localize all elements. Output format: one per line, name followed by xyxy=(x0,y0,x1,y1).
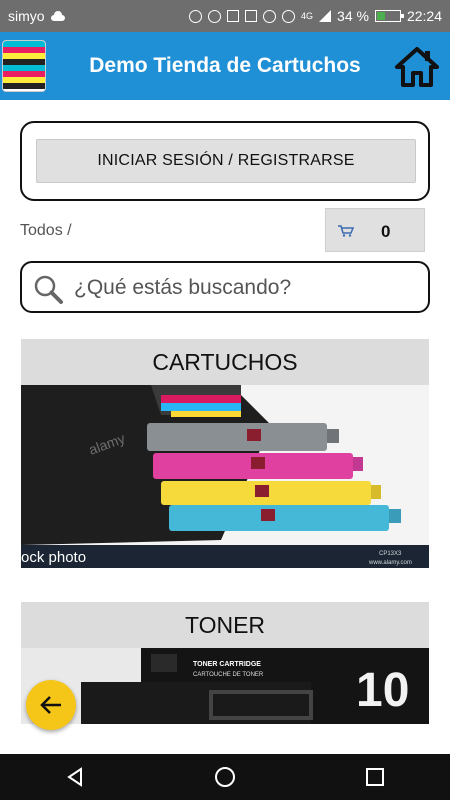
hotspot-icon xyxy=(189,9,203,23)
image-id: CP13X3 xyxy=(379,551,402,557)
toner-label: TONER CARTRIDGE xyxy=(193,661,261,668)
search-icon xyxy=(34,275,63,304)
app-bar: Demo Tienda de Cartuchos xyxy=(0,32,450,100)
nav-recents-button[interactable] xyxy=(355,762,395,792)
category-card-toner[interactable]: TONER TONER CARTRIDGE CARTOUCHE DE TONER… xyxy=(21,602,429,724)
nav-home-button[interactable] xyxy=(205,762,245,792)
category-card-cartuchos[interactable]: CARTUCHOS ock photo CP13X3 www.alamy.com… xyxy=(21,339,429,568)
cart-button[interactable]: 0 xyxy=(325,208,425,252)
eye-icon xyxy=(282,9,296,23)
login-register-button[interactable]: INICIAR SESIÓN / REGISTRARSE xyxy=(36,139,416,183)
image-caption: ock photo xyxy=(21,549,86,566)
cart-count: 0 xyxy=(381,222,391,241)
nfc-icon xyxy=(245,10,258,22)
back-icon xyxy=(67,767,82,787)
category-title: CARTUCHOS xyxy=(21,339,429,385)
network-type: 4G xyxy=(301,11,314,21)
recents-icon xyxy=(366,768,384,786)
toner-sublabel: CARTOUCHE DE TONER xyxy=(193,672,264,678)
toner-image: TONER CARTRIDGE CARTOUCHE DE TONER 10 xyxy=(21,648,429,724)
nav-back-button[interactable] xyxy=(55,762,95,792)
moon-icon xyxy=(263,9,277,23)
app-title: Demo Tienda de Cartuchos xyxy=(89,54,361,77)
signal-icon xyxy=(319,10,332,22)
cart-icon xyxy=(338,225,354,237)
search-bar[interactable] xyxy=(20,261,430,313)
arrow-left-icon xyxy=(40,696,61,714)
cartridges-image: ock photo CP13X3 www.alamy.com alamy xyxy=(21,385,429,568)
category-title: TONER xyxy=(21,602,429,648)
carrier-label: simyo xyxy=(8,8,45,24)
status-bar: simyo 4G 34 % 22:24 xyxy=(0,0,450,32)
headset-icon xyxy=(208,9,222,23)
home-circle-icon xyxy=(215,767,235,787)
bluetooth-icon xyxy=(227,10,240,22)
search-input[interactable] xyxy=(74,273,414,303)
home-icon xyxy=(395,47,439,87)
cloud-icon xyxy=(50,11,65,21)
image-watermark-url: www.alamy.com xyxy=(368,560,412,566)
system-nav-bar xyxy=(0,754,450,800)
login-panel: INICIAR SESIÓN / REGISTRARSE xyxy=(20,121,430,201)
clock: 22:24 xyxy=(406,8,442,24)
back-fab-button[interactable] xyxy=(26,680,76,730)
battery-percent: 34 % xyxy=(337,8,369,24)
battery-icon xyxy=(374,10,404,22)
toner-number: 10 xyxy=(356,664,409,717)
breadcrumb[interactable]: Todos / xyxy=(20,222,72,240)
home-button[interactable] xyxy=(394,46,440,88)
